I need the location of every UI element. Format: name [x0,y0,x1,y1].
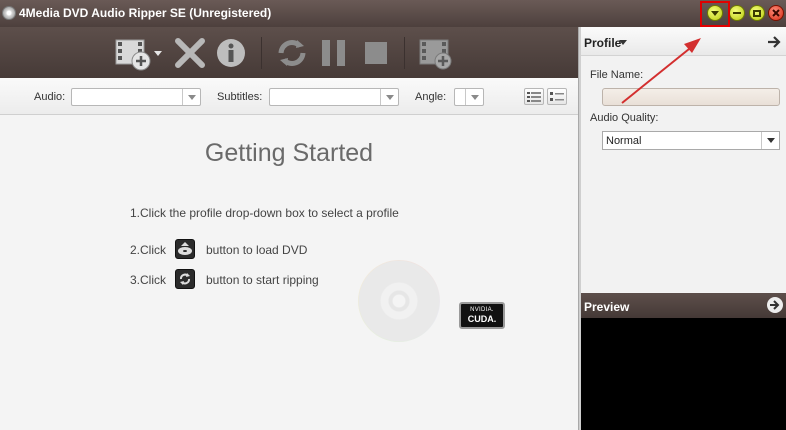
audio-quality-value: Normal [606,135,642,147]
info-icon [217,39,245,67]
load-dvd-icon [175,239,195,259]
highlight-box [700,1,730,27]
step-3-suffix: button to start ripping [206,273,319,287]
nvidia-cuda-badge: NVIDIA. CUDA. [459,302,505,329]
stop-button[interactable] [364,37,390,72]
toolbar-separator [404,37,405,69]
step-3-prefix: 3.Click [130,273,167,287]
minimize-icon [733,12,741,14]
chevron-down-icon [766,138,775,143]
audio-label: Audio: [34,91,66,103]
nvidia-badge-line1: NVIDIA. [470,307,494,313]
angle-label: Angle: [415,91,447,103]
angle-select[interactable] [454,88,484,106]
dvd-disc-image [358,260,440,342]
convert-icon [278,40,306,66]
preview-title: Preview [584,300,630,314]
add-segment-button[interactable] [418,37,456,74]
file-name-input[interactable] [602,88,780,106]
detail-list-icon [527,91,541,102]
profile-panel-title[interactable]: Profile [584,36,621,50]
app-disc-icon [2,6,16,20]
profile-expand-button[interactable] [766,34,782,50]
options-bar: Audio: Subtitles: Angle: [0,78,578,115]
audio-select[interactable] [71,88,201,106]
pause-button[interactable] [320,37,348,72]
start-rip-icon [175,269,195,289]
toolbar-separator [261,37,262,69]
convert-button[interactable] [275,37,309,72]
pause-icon [322,40,345,66]
step-1-text: 1.Click the profile drop-down box to sel… [130,206,399,220]
list-icon [550,91,564,101]
step-2-suffix: button to load DVD [206,243,308,257]
add-file-button[interactable] [114,37,164,74]
detail-view-button[interactable] [524,88,544,105]
app-window: 4Media DVD Audio Ripper SE (Unregistered… [0,0,786,430]
preview-expand-button[interactable] [767,297,783,313]
chevron-down-icon [187,94,196,100]
file-list-area[interactable]: Getting Started 1.Click the profile drop… [0,116,578,430]
audio-select-arrow [182,89,200,105]
audio-quality-select[interactable]: Normal [602,131,780,150]
close-button[interactable] [768,5,784,21]
step-2-prefix: 2.Click [130,243,167,257]
subtitles-select-arrow [380,89,398,105]
preview-header: Preview [581,293,786,318]
maximize-button[interactable] [749,5,765,21]
window-title: 4Media DVD Audio Ripper SE (Unregistered… [19,6,272,20]
nvidia-badge-line2: CUDA. [467,314,497,324]
profile-panel-header: Profile [581,27,786,56]
maximize-icon [753,9,761,17]
main-toolbar [0,27,578,78]
chevron-down-icon [470,94,479,100]
file-name-label: File Name: [590,69,644,81]
remove-button[interactable] [174,37,206,72]
audio-quality-label: Audio Quality: [590,112,659,124]
minimize-button[interactable] [729,5,745,21]
preview-screen [581,318,786,430]
arrow-right-icon [770,300,780,310]
subtitles-select[interactable] [269,88,399,106]
profile-panel: Profile File Name: Audio Quality: Normal [581,27,786,292]
arrow-right-icon [768,36,781,48]
close-icon [772,9,780,17]
remove-icon [175,38,205,68]
angle-select-arrow [465,89,483,105]
add-file-icon [115,39,162,71]
title-bar: 4Media DVD Audio Ripper SE (Unregistered… [0,0,786,27]
info-button[interactable] [215,37,247,72]
add-segment-icon [419,39,452,70]
chevron-down-icon [385,94,394,100]
stop-icon [365,42,387,64]
getting-started-title: Getting Started [204,139,374,167]
profile-dropdown-icon[interactable] [619,40,627,45]
list-view-button[interactable] [547,88,567,105]
audio-quality-arrow [761,132,779,149]
subtitles-label: Subtitles: [217,91,263,103]
